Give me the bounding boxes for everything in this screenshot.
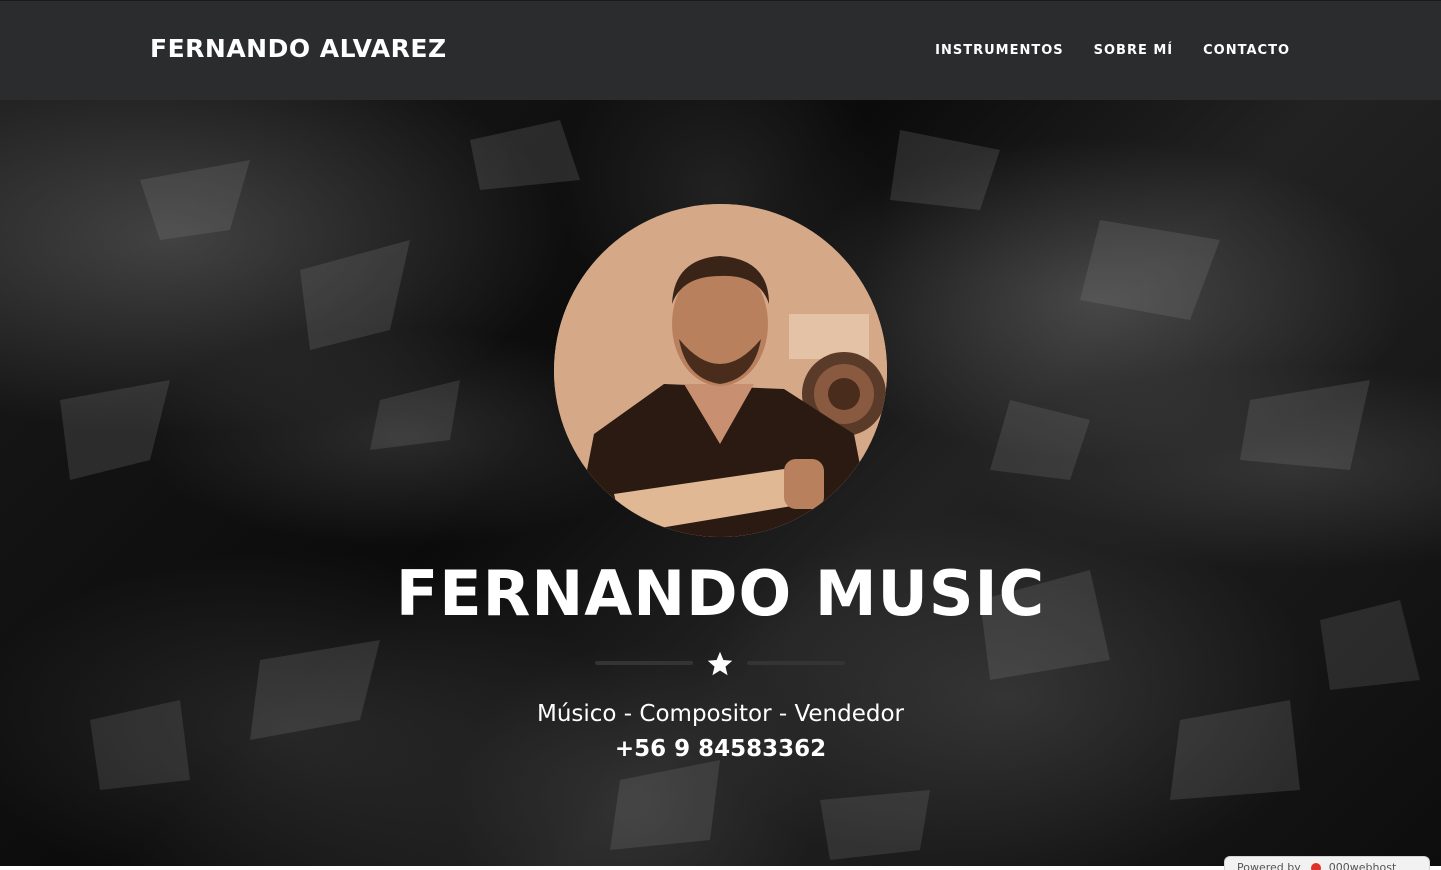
navbar: FERNANDO ALVAREZ INSTRUMENTOS SOBRE MÍ C… [0, 0, 1441, 100]
powered-by-brand: 000webhost [1328, 861, 1397, 870]
000webhost-logo-icon [1310, 863, 1321, 870]
powered-by-badge[interactable]: Powered by 000webhost [1224, 856, 1430, 870]
brand-link[interactable]: FERNANDO ALVAREZ [150, 34, 447, 63]
divider-line-left [595, 661, 693, 665]
nav-links: INSTRUMENTOS SOBRE MÍ CONTACTO [935, 43, 1290, 58]
nav-link-contacto[interactable]: CONTACTO [1203, 43, 1290, 58]
hero-phone: +56 9 84583362 [614, 736, 827, 762]
star-divider [595, 650, 845, 678]
profile-avatar [554, 204, 887, 537]
divider-line-right [747, 661, 845, 665]
nav-link-instrumentos[interactable]: INSTRUMENTOS [935, 43, 1064, 58]
profile-photo [554, 204, 887, 537]
hero-subtitle: Músico - Compositor - Vendedor [536, 701, 905, 727]
hero-title: FERNANDO MUSIC [395, 557, 1046, 630]
star-icon [707, 651, 733, 676]
hero-section: FERNANDO MUSIC Músico - Compositor - Ven… [0, 100, 1441, 866]
powered-by-label: Powered by [1237, 861, 1301, 870]
nav-link-sobre-mi[interactable]: SOBRE MÍ [1094, 43, 1174, 58]
